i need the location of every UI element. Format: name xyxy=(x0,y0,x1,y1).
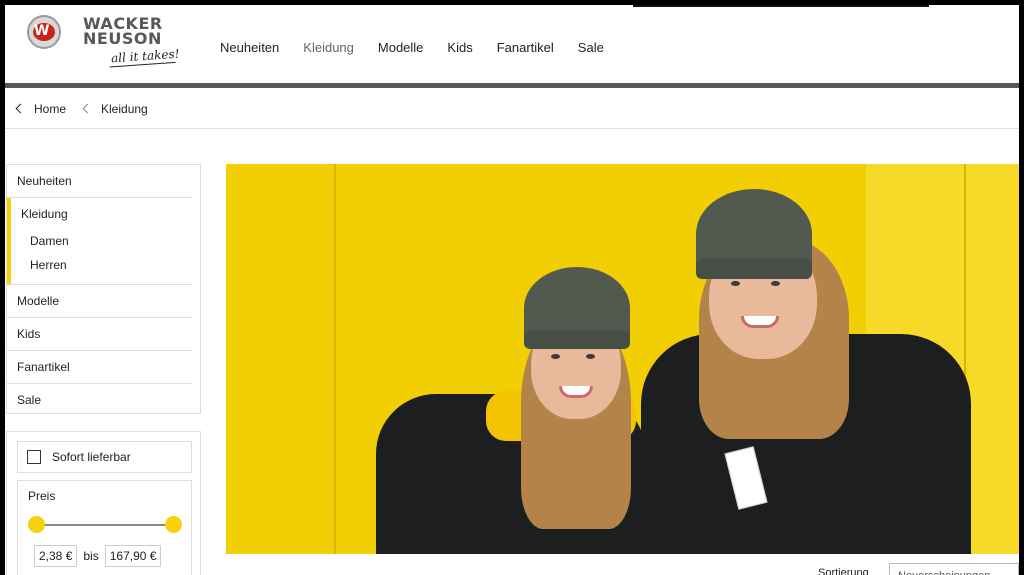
hero-person-right xyxy=(641,184,981,554)
chevron-left-icon xyxy=(82,103,93,114)
breadcrumb: Home Kleidung xyxy=(5,89,1019,129)
sidebar-item-modelle[interactable]: Modelle xyxy=(7,285,192,318)
header-top-line xyxy=(633,5,929,7)
hero-wall-seam xyxy=(334,164,336,554)
category-sidebar: Neuheiten Kleidung Damen Herren Modelle … xyxy=(6,164,201,414)
sidebar-item-sale[interactable]: Sale xyxy=(7,384,192,417)
nav-item-kleidung[interactable]: Kleidung xyxy=(291,5,366,89)
logo-word-2: NEUSON xyxy=(83,29,162,48)
sidebar-group-kleidung: Kleidung Damen Herren xyxy=(7,198,192,285)
price-filter: Preis 2,38 € bis 167,90 € xyxy=(17,480,192,575)
nav-item-sale[interactable]: Sale xyxy=(566,5,616,89)
price-min-input[interactable]: 2,38 € xyxy=(34,545,78,567)
nav-item-fanartikel[interactable]: Fanartikel xyxy=(485,5,566,89)
logo-wordmark: WACKER NEUSON xyxy=(83,16,163,48)
price-max-input[interactable]: 167,90 € xyxy=(104,545,162,567)
price-slider-max-handle[interactable] xyxy=(165,516,182,533)
breadcrumb-kleidung-label: Kleidung xyxy=(101,101,148,116)
breadcrumb-home[interactable]: Home xyxy=(15,102,66,116)
nav-item-kids[interactable]: Kids xyxy=(435,5,484,89)
brand-logo[interactable]: W WACKER NEUSON all it takes! xyxy=(25,13,185,69)
sidebar-subitem-damen[interactable]: Damen xyxy=(11,230,192,254)
price-range-inputs: 2,38 € bis 167,90 € xyxy=(34,545,162,567)
logo-mark-letter: W xyxy=(34,23,50,39)
logo-tagline: all it takes! xyxy=(110,46,180,66)
breadcrumb-home-label: Home xyxy=(34,101,67,116)
nav-item-modelle[interactable]: Modelle xyxy=(366,5,436,89)
price-filter-label: Preis xyxy=(28,489,56,503)
main-nav: Neuheiten Kleidung Modelle Kids Fanartik… xyxy=(208,5,616,89)
breadcrumb-kleidung[interactable]: Kleidung xyxy=(82,102,148,116)
price-slider-min-handle[interactable] xyxy=(28,516,45,533)
sidebar-item-neuheiten[interactable]: Neuheiten xyxy=(7,165,192,198)
price-separator: bis xyxy=(83,549,99,563)
sidebar-item-kids[interactable]: Kids xyxy=(7,318,192,351)
header-divider-bar xyxy=(5,83,1019,88)
sidebar-item-kleidung[interactable]: Kleidung xyxy=(11,198,192,230)
page: W WACKER NEUSON all it takes! Neuheiten … xyxy=(5,5,1019,575)
hero-person-left xyxy=(376,259,646,554)
sidebar-item-fanartikel[interactable]: Fanartikel xyxy=(7,351,192,384)
hero-banner-image xyxy=(226,164,1019,554)
instock-checkbox[interactable] xyxy=(27,450,41,464)
sort-select[interactable]: Neuerscheinungen xyxy=(889,563,1019,575)
price-slider-track[interactable] xyxy=(36,524,174,526)
instock-filter[interactable]: Sofort lieferbar xyxy=(17,441,192,473)
instock-label: Sofort lieferbar xyxy=(52,450,131,464)
sort-label: Sortierung xyxy=(818,567,869,575)
sidebar-subitem-herren[interactable]: Herren xyxy=(11,254,192,278)
site-header: W WACKER NEUSON all it takes! Neuheiten … xyxy=(5,5,1019,89)
filter-panel: Sofort lieferbar Preis 2,38 € bis 167,90… xyxy=(6,431,201,575)
nav-item-neuheiten[interactable]: Neuheiten xyxy=(208,5,291,89)
chevron-left-icon xyxy=(15,103,26,114)
